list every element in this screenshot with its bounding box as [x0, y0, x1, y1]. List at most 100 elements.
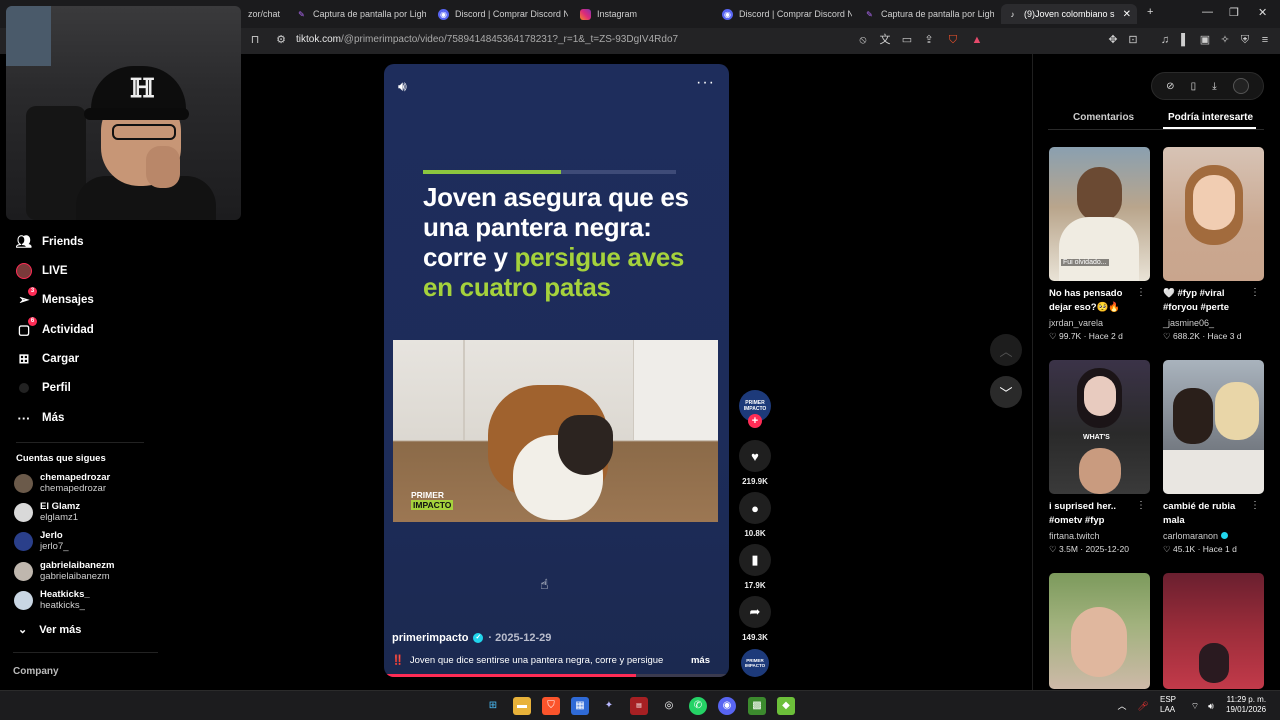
minecraft-icon[interactable]: ▩	[748, 697, 766, 715]
sidebar-item-activity[interactable]: ▢ 6 Actividad	[16, 317, 94, 340]
suggested-video[interactable]: WHAT'S ⋮ i suprised her.. #ometv #fyp fi…	[1049, 360, 1150, 555]
suggested-video[interactable]: ⋮ cambié de rubia mala carlomaranon ♡ 45…	[1163, 360, 1264, 555]
suggested-video[interactable]: ⋮ 🤍 #fyp #viral #foryou #perte _jasmine0…	[1163, 147, 1264, 342]
steam-icon[interactable]: ◎	[660, 697, 678, 715]
clock[interactable]: 11:29 p. m. 19/01/2026	[1226, 695, 1266, 715]
vpn-icon[interactable]: ⛨	[1238, 33, 1252, 47]
discord-icon[interactable]: ◉	[718, 697, 736, 715]
following-account[interactable]: El Glamz elglamz1	[14, 501, 80, 523]
maximize-icon[interactable]: ❐	[1229, 6, 1239, 19]
share-count: 149.3K	[742, 633, 768, 642]
extensions-icon[interactable]: ✥	[1106, 33, 1120, 47]
more-options-icon[interactable]: ⋮	[1136, 287, 1146, 298]
new-tab-button[interactable]: +	[1147, 6, 1153, 18]
divider	[16, 442, 144, 443]
compass-icon[interactable]: ⊘	[1166, 81, 1174, 92]
suggested-video[interactable]	[1163, 573, 1264, 689]
post-date: · 2025-12-29	[488, 632, 552, 644]
record-icon[interactable]	[1232, 78, 1249, 94]
browser-tab[interactable]: ◉ Discord | Comprar Discord Nitr	[438, 4, 568, 24]
close-icon[interactable]: ✕	[1123, 9, 1131, 20]
comment-button[interactable]: ● 10.8K	[739, 492, 771, 538]
whatsapp-icon[interactable]: ✆	[689, 697, 707, 715]
tab-suggested[interactable]: Podría interesarte	[1168, 112, 1253, 123]
app-icon[interactable]: ▤	[630, 697, 648, 715]
share-icon[interactable]: ⇪	[922, 33, 936, 47]
speaker-icon[interactable]: 🔊︎	[1202, 697, 1220, 715]
menu-icon[interactable]: ≡	[1258, 33, 1272, 47]
phone-icon[interactable]: ▯	[1191, 81, 1197, 92]
share-button[interactable]: ➦ 149.3K	[739, 596, 771, 642]
sidebar-item-upload[interactable]: ⊞ Cargar	[16, 349, 80, 369]
browser-tab[interactable]: ✎ Captura de pantalla por Lightsh	[864, 4, 994, 24]
language-indicator[interactable]: ESP LAA	[1160, 695, 1176, 715]
following-account[interactable]: Jerlo jerlo7_	[14, 530, 69, 552]
microphone-icon[interactable]: 🎤︎	[1134, 697, 1152, 715]
browser-tab[interactable]: Instagram	[580, 4, 710, 24]
following-title: Cuentas que sigues	[16, 453, 106, 464]
following-account[interactable]: Heatkicks_ heatkicks_	[14, 589, 90, 611]
account-handle: gabrielaibanezm	[40, 571, 110, 582]
launcher-icon[interactable]: ◆	[777, 697, 795, 715]
browser-tab[interactable]: ✎ Captura de pantalla por Lightsh	[296, 4, 426, 24]
music-disc[interactable]: PRIMER IMPACTO	[741, 649, 769, 677]
browser-tab[interactable]: ◉ Discord | Comprar Discord Nitr	[722, 4, 852, 24]
video-player[interactable]: 🔊︎ ··· Joven asegura que es una pantera …	[384, 64, 729, 677]
sidebar-item-friends[interactable]: 👥︎ Friends	[16, 232, 84, 252]
ai-icon[interactable]: ✧	[1218, 33, 1232, 47]
windows-start-icon[interactable]: ⊞	[484, 697, 502, 715]
tab-label: Discord | Comprar Discord Nitr	[739, 9, 852, 19]
suggested-video[interactable]	[1049, 573, 1150, 689]
url-field[interactable]: tiktok.com/@primerimpacto/video/75894148…	[296, 34, 678, 45]
download-icon[interactable]: ⤓	[1212, 81, 1216, 92]
wallet-icon[interactable]: ▣	[1198, 33, 1212, 47]
like-button[interactable]: ♥ 219.9K	[739, 440, 771, 486]
file-explorer-icon[interactable]: ▬	[513, 697, 531, 715]
brave-shield-icon[interactable]: ⛉	[946, 33, 960, 47]
browser-tab[interactable]: zor/chat	[248, 4, 288, 24]
sidebar-toggle-icon[interactable]: ▌	[1178, 33, 1192, 47]
brave-browser-icon[interactable]: ⛉	[542, 697, 560, 715]
profile-icon	[16, 380, 32, 396]
account-name: chemapedrozar	[40, 472, 111, 483]
user-handle: carlomaranon	[1163, 531, 1219, 541]
video-author[interactable]: primerimpacto ✓ · 2025-12-29	[392, 632, 551, 644]
caption-more-button[interactable]: más	[691, 655, 710, 666]
tab-comments[interactable]: Comentarios	[1073, 112, 1134, 123]
sidebar-item-profile[interactable]: Perfil	[16, 378, 71, 398]
following-account[interactable]: chemapedrozar chemapedrozar	[14, 472, 110, 494]
taskbar: ⊞ ▬ ⛉ ▦ ✦ ▤ ◎ ✆ ◉ ▩ ◆ ︿ 🎤︎ ESP LAA ⌔ 🔊︎ 1…	[0, 690, 1280, 720]
more-options-icon[interactable]: ···	[696, 74, 715, 92]
chevron-up-icon[interactable]: ︿	[1113, 697, 1131, 715]
follow-button[interactable]: +	[748, 414, 762, 428]
site-settings-icon[interactable]: ⚙	[274, 33, 288, 47]
store-icon[interactable]: ▦	[571, 697, 589, 715]
see-more-button[interactable]: ⌄ Ver más	[18, 623, 81, 637]
translate-icon[interactable]: 文	[878, 33, 892, 47]
video-progress-bar[interactable]	[384, 674, 729, 677]
more-options-icon[interactable]: ⋮	[1250, 287, 1260, 298]
bookmark-icon[interactable]: ⊓	[248, 33, 262, 47]
suggested-video[interactable]: Fui olvidado... ⋮ No has pensado dejar e…	[1049, 147, 1150, 342]
company-link[interactable]: Company	[13, 666, 59, 677]
previous-video-button[interactable]: ︿	[990, 334, 1022, 366]
no-autoplay-icon[interactable]: ⦸	[856, 33, 870, 47]
cast-icon[interactable]: ▭	[900, 33, 914, 47]
browser-tab-active[interactable]: ♪ (9)Joven colombiano s ✕	[1001, 4, 1137, 24]
close-window-icon[interactable]: ✕	[1258, 6, 1267, 19]
more-options-icon[interactable]: ⋮	[1250, 500, 1260, 511]
screenshot-icon[interactable]: ⊡	[1126, 33, 1140, 47]
gamepad-icon[interactable]: ✦	[600, 697, 618, 715]
next-video-button[interactable]: ﹀	[990, 376, 1022, 408]
minimize-icon[interactable]: —	[1202, 6, 1213, 18]
sidebar-item-live[interactable]: LIVE	[16, 261, 68, 281]
volume-icon[interactable]: 🔊︎	[398, 78, 407, 95]
more-options-icon[interactable]: ⋮	[1136, 500, 1146, 511]
following-account[interactable]: gabrielaibanezm gabrielaibanezm	[14, 560, 114, 582]
music-icon[interactable]: ♫	[1158, 33, 1172, 47]
sidebar-item-messages[interactable]: ➢ 3 Mensajes	[16, 287, 94, 310]
save-button[interactable]: ▮ 17.9K	[739, 544, 771, 590]
sidebar-item-more[interactable]: ··· Más	[16, 408, 65, 428]
url-path: /@primerimpacto/video/758941484536417823…	[341, 34, 679, 45]
brave-rewards-icon[interactable]: ▲	[970, 33, 984, 47]
